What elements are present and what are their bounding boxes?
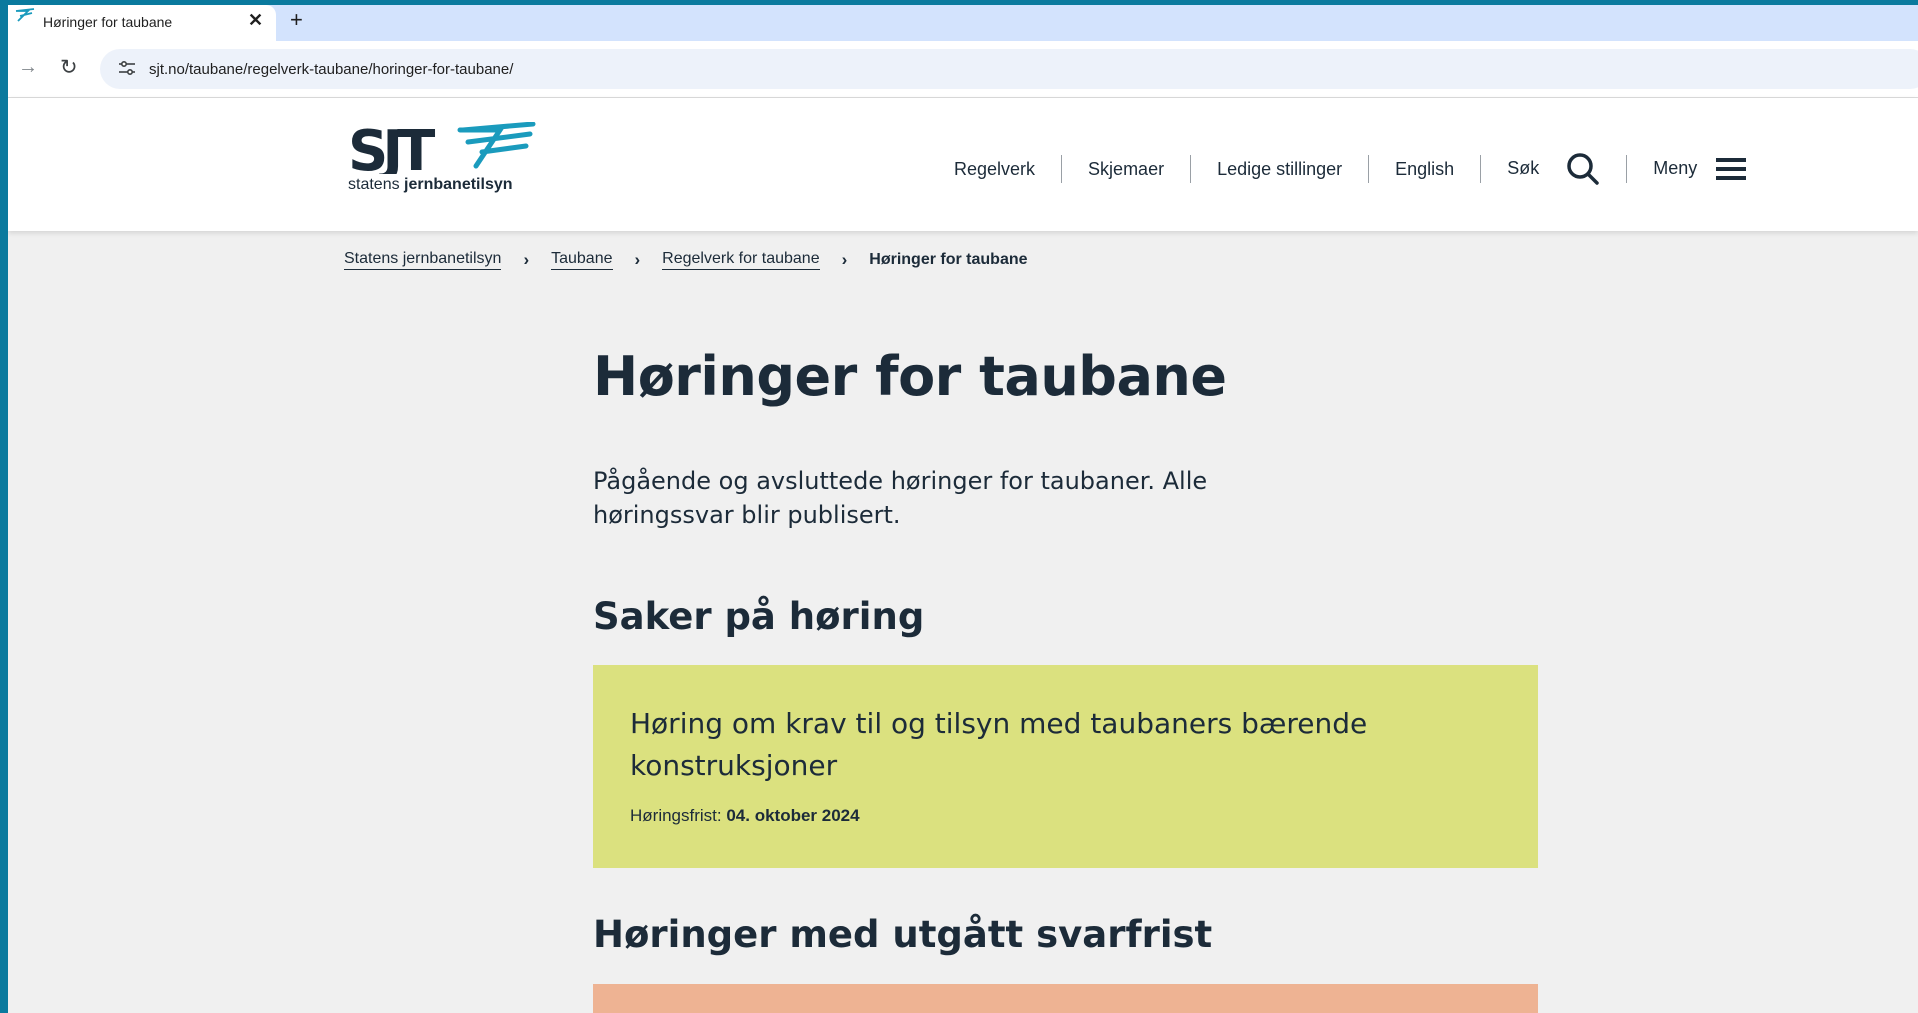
- section-title-open-hearings: Saker på høring: [593, 595, 925, 638]
- nav-regelverk[interactable]: Regelverk: [954, 159, 1035, 180]
- nav-divider: [1480, 155, 1482, 183]
- hearing-title[interactable]: Høring om krav til og tilsyn med taubane…: [630, 703, 1480, 787]
- search-label: Søk: [1507, 157, 1540, 178]
- breadcrumb-link-regelverk[interactable]: Regelverk for taubane: [662, 250, 820, 270]
- address-bar[interactable]: sjt.no/taubane/regelverk-taubane/horinge…: [100, 49, 1918, 89]
- lead-paragraph: Pågående og avsluttede høringer for taub…: [593, 467, 1208, 529]
- tab-close-icon[interactable]: ✕: [248, 10, 263, 31]
- section-title-closed-hearings: Høringer med utgått svarfrist: [593, 913, 1213, 956]
- page-title: Høringer for taubane: [593, 345, 1227, 408]
- sjt-logo-mark: SJT: [348, 119, 536, 184]
- browser-window: Høringer for taubane ✕ + → ↻ sjt.no/taub…: [8, 5, 1918, 1013]
- nav-divider: [1190, 155, 1192, 183]
- menu-label: Meny: [1653, 157, 1698, 178]
- reload-icon[interactable]: ↻: [60, 55, 78, 80]
- search-icon: [1567, 153, 1599, 185]
- open-hearing-card[interactable]: Høring om krav til og tilsyn med taubane…: [593, 665, 1538, 868]
- hearing-deadline: Høringsfrist: 04. oktober 2024: [630, 806, 860, 825]
- main-content: Høringer for taubane Pågående og avslutt…: [593, 345, 1543, 1013]
- browser-tab[interactable]: Høringer for taubane ✕: [8, 5, 276, 41]
- url-text[interactable]: sjt.no/taubane/regelverk-taubane/horinge…: [149, 61, 513, 78]
- forward-icon[interactable]: →: [18, 56, 38, 79]
- breadcrumb: Statens jernbanetilsyn › Taubane › Regel…: [344, 250, 1028, 270]
- hamburger-menu-icon: [1716, 158, 1747, 180]
- site-info-icon[interactable]: [118, 60, 136, 76]
- sjt-favicon-icon: [15, 8, 35, 22]
- new-tab-button[interactable]: +: [290, 7, 303, 33]
- breadcrumb-chevron-icon: ›: [523, 250, 530, 269]
- closed-hearing-card[interactable]: [593, 984, 1538, 1013]
- site-header: SJT statens jernbanetilsyn Regelverk Skj…: [8, 98, 1918, 231]
- breadcrumb-current: Høringer for taubane: [869, 251, 1028, 268]
- nav-divider: [1061, 155, 1063, 183]
- nav-english[interactable]: English: [1395, 159, 1454, 180]
- nav-ledige-stillinger[interactable]: Ledige stillinger: [1217, 159, 1342, 180]
- tab-title: Høringer for taubane: [43, 14, 173, 30]
- tab-strip: Høringer for taubane ✕ +: [8, 5, 1918, 41]
- breadcrumb-link-statens-jernbanetilsyn[interactable]: Statens jernbanetilsyn: [344, 250, 502, 270]
- breadcrumb-chevron-icon: ›: [634, 250, 641, 269]
- nav-divider: [1368, 155, 1370, 183]
- nav-skjemaer[interactable]: Skjemaer: [1088, 159, 1164, 180]
- search-button[interactable]: Søk: [1507, 152, 1600, 186]
- breadcrumb-link-taubane[interactable]: Taubane: [551, 250, 613, 270]
- top-navigation: Regelverk Skjemaer Ledige stillinger Eng…: [954, 152, 1747, 186]
- logo-wordmark: statens jernbanetilsyn: [348, 176, 513, 193]
- svg-text:SJT: SJT: [348, 122, 435, 174]
- menu-button[interactable]: Meny: [1653, 156, 1747, 182]
- browser-toolbar: → ↻ sjt.no/taubane/regelverk-taubane/hor…: [8, 41, 1918, 98]
- nav-divider: [1626, 155, 1628, 183]
- breadcrumb-chevron-icon: ›: [841, 250, 848, 269]
- sjt-logo[interactable]: SJT statens jernbanetilsyn: [348, 119, 538, 202]
